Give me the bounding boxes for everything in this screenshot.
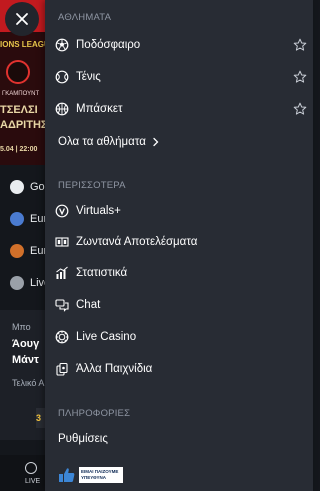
statistics-icon [55, 266, 69, 280]
menu-item-label: Virtuals+ [76, 205, 121, 217]
bg-card-team1: Άουγ [12, 338, 40, 350]
responsible-gaming-logo[interactable]: ΕΙΜΑΙ ΠΑΙΖΟΥΜΕ ΥΠΕΥΘΥΝΑ [58, 466, 123, 484]
bg-card-status: Τελικό Α [12, 378, 45, 388]
bg-sport-item[interactable]: Go [10, 180, 45, 194]
basketball-icon [55, 102, 69, 116]
menu-item-virtuals[interactable]: Virtuals+ [55, 198, 313, 224]
other-games-icon [55, 362, 69, 376]
team-logo-icon [6, 60, 30, 84]
bottom-nav-live-label[interactable]: LIVE [25, 478, 40, 485]
favorite-star-icon[interactable] [293, 38, 307, 52]
bg-sport-label: Go [30, 181, 45, 193]
menu-item-statistics[interactable]: Στατιστικά [55, 260, 313, 286]
sports-section-title: ΑΘΛΗΜΑΤΑ [58, 12, 112, 23]
casino-chip-icon [55, 330, 69, 344]
menu-item-basketball[interactable]: Μπάσκετ [55, 96, 313, 122]
menu-item-live-casino[interactable]: Live Casino [55, 324, 313, 350]
live-icon[interactable] [25, 462, 37, 474]
menu-item-label: Άλλα Παιχνίδια [76, 363, 153, 375]
live-icon [10, 276, 24, 290]
menu-item-label: Τένις [76, 71, 101, 83]
close-icon [16, 13, 28, 25]
banner-team-line2: ΑΔΡΙΤΗΣ [0, 119, 48, 131]
all-sports-link[interactable]: Ολα τα αθλήματα [58, 132, 160, 152]
bg-sport-item[interactable]: Eur [10, 244, 47, 258]
responsible-gaming-badge: ΕΙΜΑΙ ΠΑΙΖΟΥΜΕ ΥΠΕΥΘΥΝΑ [79, 467, 123, 483]
virtuals-icon [55, 204, 69, 218]
menu-item-tennis[interactable]: Τένις [55, 64, 313, 90]
banner-team-caption: ΓΚΑΜΠΟΥΝΤ [2, 91, 40, 97]
bg-card-sport: Μπο [12, 322, 31, 332]
info-section-title: ΠΛΗΡΟΦΟΡΙΕΣ [58, 408, 131, 419]
bg-card-team2: Μάντ [12, 354, 39, 366]
menu-item-other-games[interactable]: Άλλα Παιχνίδια [55, 356, 313, 382]
more-section-title: ΠΕΡΙΣΣΟΤΕΡΑ [58, 180, 126, 191]
chevron-right-icon [153, 137, 159, 147]
menu-item-label: Ζωντανά Αποτελέσματα [76, 236, 198, 248]
menu-item-label: Μπάσκετ [76, 103, 123, 115]
menu-item-label: Live Casino [76, 331, 137, 343]
chat-icon [55, 298, 69, 312]
banner-date: 5.04 | 22:00 [0, 146, 38, 153]
all-sports-label: Ολα τα αθλήματα [58, 136, 146, 148]
euro-icon [10, 212, 24, 226]
menu-item-chat[interactable]: Chat [55, 292, 313, 318]
menu-item-live-results[interactable]: Ζωντανά Αποτελέσματα [55, 229, 313, 255]
menu-item-label: Chat [76, 299, 101, 311]
menu-item-settings[interactable]: Ρυθμίσεις [58, 433, 108, 445]
favorite-star-icon[interactable] [293, 70, 307, 84]
basketball-icon [10, 244, 24, 258]
bg-sport-item[interactable]: Eur [10, 212, 47, 226]
live-results-icon [55, 235, 69, 249]
menu-item-football[interactable]: Ποδόσφαιρο [55, 32, 313, 58]
football-icon [55, 38, 69, 52]
thumbs-up-icon [59, 468, 75, 482]
menu-item-label: Στατιστικά [76, 267, 128, 279]
side-menu-drawer: ΑΘΛΗΜΑΤΑ Ποδόσφαιρο Τένις Μπάσκετ Ολα τα… [45, 0, 313, 491]
banner-team-line1: ΤΣΕΛΣΙ [0, 104, 38, 116]
menu-item-label: Ποδόσφαιρο [76, 39, 141, 51]
close-menu-button[interactable] [5, 2, 39, 36]
tennis-icon [55, 70, 69, 84]
football-icon [10, 180, 24, 194]
favorite-star-icon[interactable] [293, 102, 307, 116]
